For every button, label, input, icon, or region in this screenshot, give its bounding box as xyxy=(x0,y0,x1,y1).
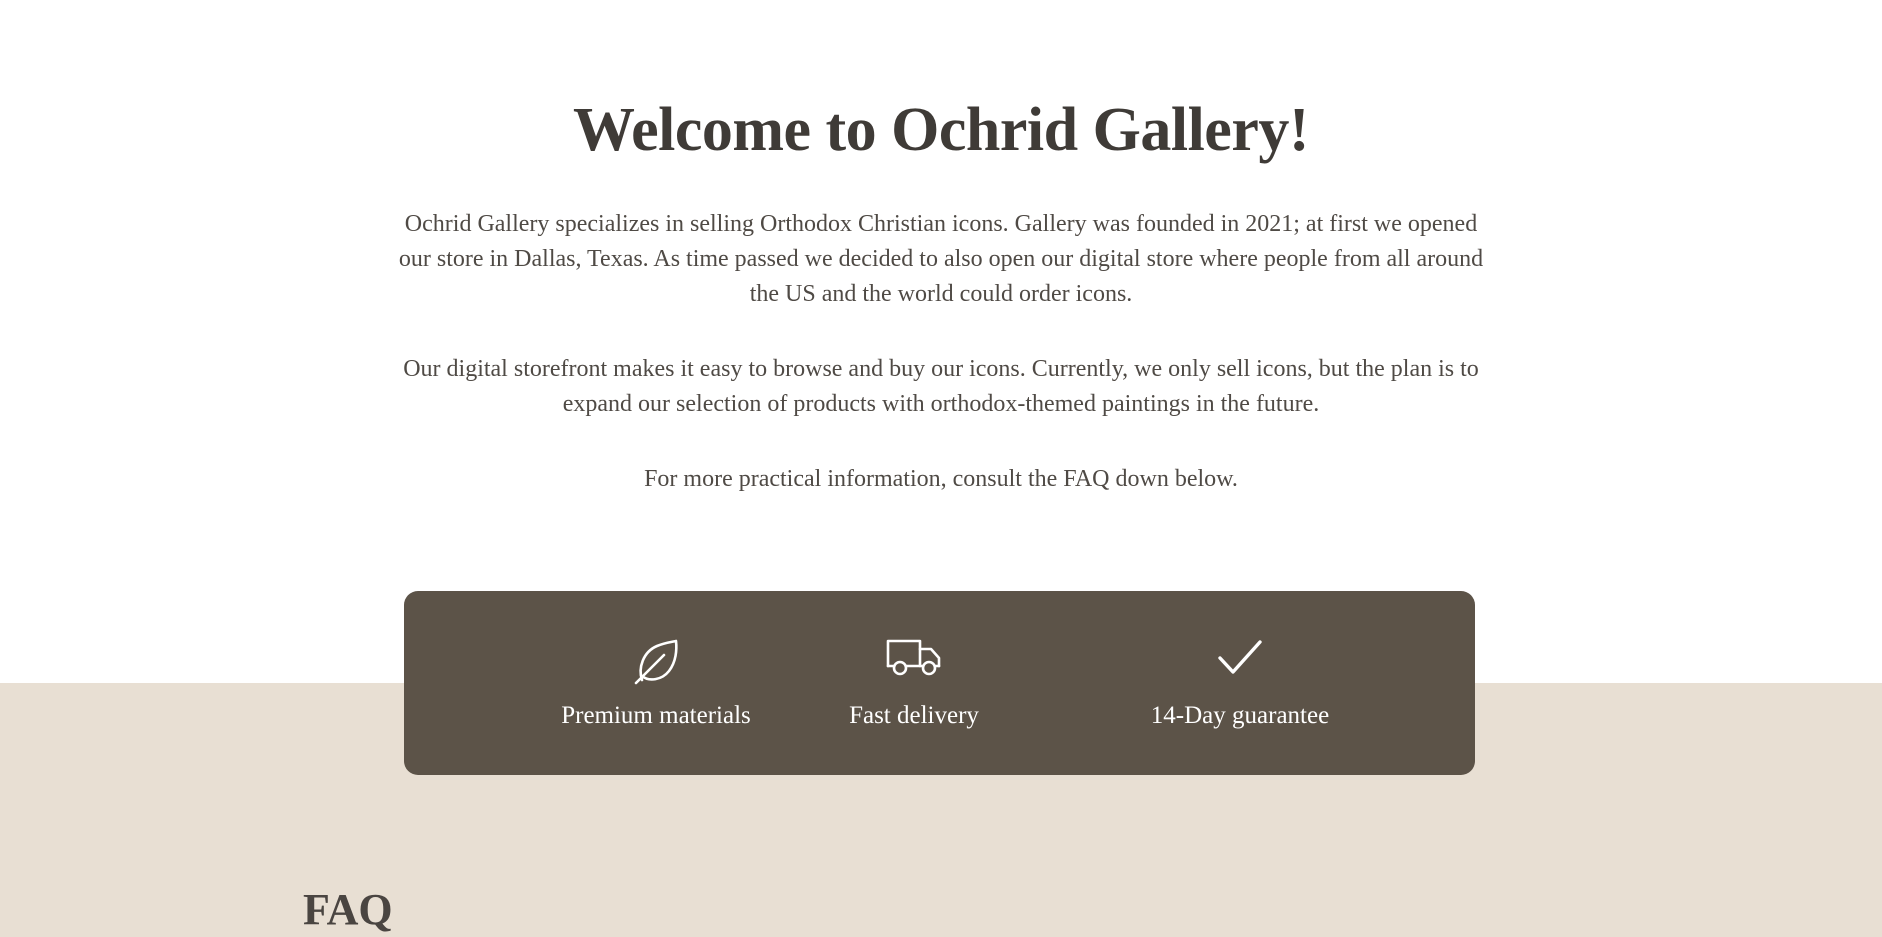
page-title: Welcome to Ochrid Gallery! xyxy=(573,96,1309,164)
intro-paragraph-faq-hint: For more practical information, consult … xyxy=(644,466,1238,492)
feature-guarantee: 14-Day guarantee xyxy=(1124,591,1356,775)
truck-icon xyxy=(885,636,943,683)
intro-paragraph-history: Ochrid Gallery specializes in selling Or… xyxy=(398,211,1484,307)
feature-label: Premium materials xyxy=(561,702,751,729)
intro-paragraph-storefront: Our digital storefront makes it easy to … xyxy=(403,356,1479,417)
feature-fast-delivery: Fast delivery xyxy=(834,591,994,775)
feature-label: Fast delivery xyxy=(849,702,979,729)
feature-label: 14-Day guarantee xyxy=(1150,702,1330,729)
features-panel: Premium materials Fast delivery 14-Day g… xyxy=(404,591,1475,775)
faq-heading: FAQ xyxy=(303,885,393,934)
checkmark-icon xyxy=(1216,636,1264,683)
leaf-icon xyxy=(631,636,681,691)
feature-premium-materials: Premium materials xyxy=(536,591,776,775)
